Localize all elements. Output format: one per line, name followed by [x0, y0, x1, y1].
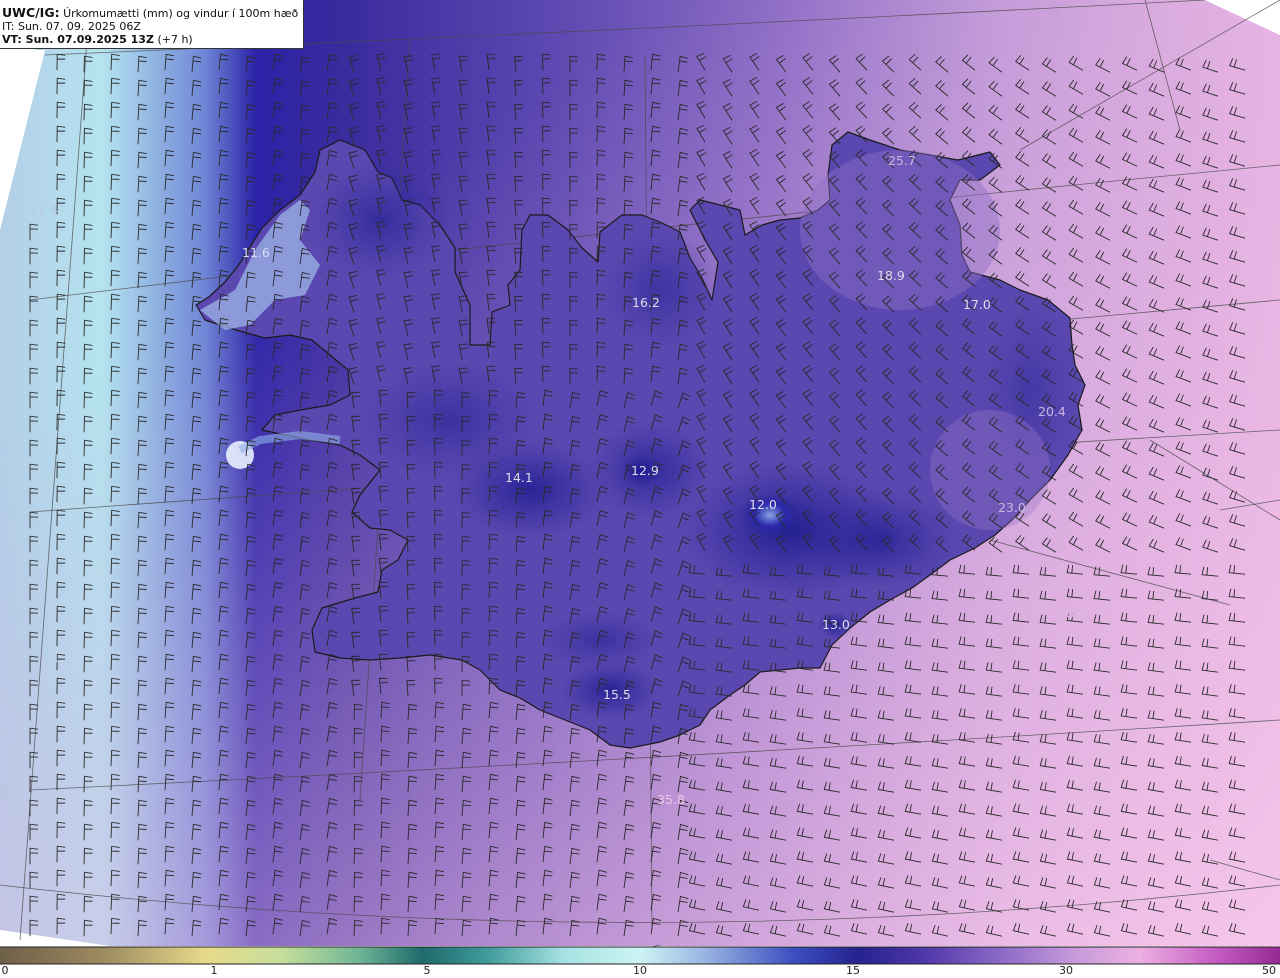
- colorbar-tick: 5: [423, 964, 431, 977]
- init-time: IT: Sun. 07. 09. 2025 06Z: [2, 20, 141, 33]
- value-label: 35.8: [657, 792, 685, 807]
- value-label: 20.4: [1038, 404, 1066, 419]
- value-label: 11.0: [44, 650, 72, 665]
- colorbar-tick-labels: 0 1 5 10 15 30 50: [0, 964, 1280, 978]
- value-label: 23.0: [998, 500, 1026, 515]
- lead-time: (+7 h): [157, 33, 193, 46]
- value-label: 13.0: [822, 617, 850, 632]
- value-label: 12.0: [749, 497, 777, 512]
- valid-time: VT: Sun. 07.09.2025 13Z: [2, 33, 154, 46]
- value-label: 25.7: [888, 153, 916, 168]
- weather-map: 11.4 11.6 25.7 16.2 18.9 17.0 14.1 12.9 …: [0, 0, 1280, 965]
- field-label: Úrkomumætti (mm) og vindur í 100m hæð: [63, 7, 299, 20]
- value-label: 15.5: [603, 687, 631, 702]
- value-label: 11.4: [30, 202, 58, 217]
- colorbar-tick: 10: [633, 964, 647, 977]
- value-label: 12.9: [631, 463, 659, 478]
- value-label: 16.2: [632, 295, 660, 310]
- colorbar-tick: 50: [1262, 964, 1276, 977]
- value-label: 14.1: [505, 470, 533, 485]
- colorbar-gradient: [0, 947, 1280, 964]
- value-label: 26.4: [1058, 606, 1086, 621]
- map-title-box: UWC/IG: Úrkomumætti (mm) og vindur í 100…: [0, 0, 304, 49]
- colorbar: [0, 946, 1280, 965]
- value-label: 11.6: [242, 245, 270, 260]
- value-label: 18.9: [877, 268, 905, 283]
- colorbar-tick: 1: [210, 964, 218, 977]
- value-label: 17.0: [963, 297, 991, 312]
- colorbar-tick: 0: [1, 964, 9, 977]
- model-label: UWC/IG:: [2, 5, 60, 20]
- colorbar-tick: 15: [846, 964, 860, 977]
- colorbar-tick: 30: [1059, 964, 1073, 977]
